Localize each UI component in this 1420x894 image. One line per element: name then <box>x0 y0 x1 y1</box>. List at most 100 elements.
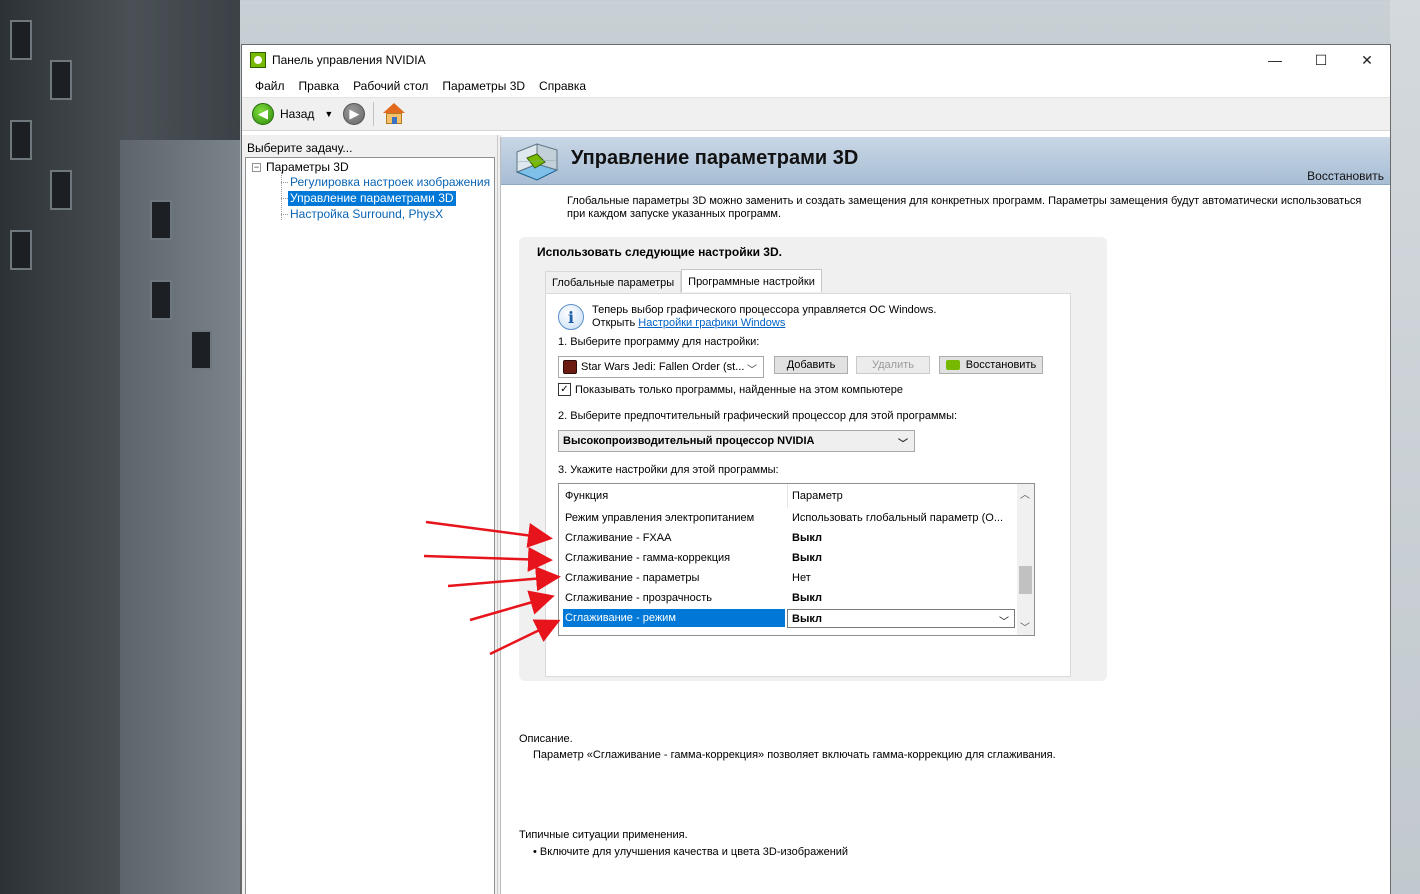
menu-help[interactable]: Справка <box>532 79 593 93</box>
column-divider <box>787 484 788 508</box>
desktop-background-building-2 <box>120 140 240 894</box>
show-found-programs-checkbox-row[interactable]: ✓ Показывать только программы, найденные… <box>558 383 903 396</box>
task-tree: − Параметры 3D Регулировка настроек изоб… <box>245 157 495 894</box>
row-feature: Сглаживание - режим <box>565 612 676 624</box>
desktop-window-shape <box>50 170 72 210</box>
grid-row[interactable]: Сглаживание - параметры Нет <box>559 568 1017 588</box>
tree-item-manage-3d[interactable]: Управление параметрами 3D <box>288 191 456 206</box>
maximize-button[interactable]: ☐ <box>1298 45 1344 75</box>
scroll-down-icon[interactable]: ﹀ <box>1020 619 1030 634</box>
back-button-label[interactable]: Назад <box>280 107 314 121</box>
menu-edit[interactable]: Правка <box>292 79 347 93</box>
program-select-value: Star Wars Jedi: Fallen Order (st... <box>581 361 745 373</box>
row-feature: Сглаживание - параметры <box>565 572 700 584</box>
desktop-background-sky <box>1390 0 1420 894</box>
toolbar: ◀ Назад ▼ ▶ <box>242 97 1390 131</box>
row-value: Выкл <box>792 592 822 604</box>
chevron-down-icon: ﹀ <box>898 439 908 450</box>
tree-connector <box>281 214 288 215</box>
info-icon: i <box>558 304 584 330</box>
chevron-down-icon: ﹀ <box>999 617 1009 628</box>
back-history-dropdown-icon[interactable]: ▼ <box>324 109 333 119</box>
checkbox-label: Показывать только программы, найденные н… <box>575 383 904 396</box>
close-button[interactable]: ✕ <box>1344 45 1390 75</box>
menu-desktop[interactable]: Рабочий стол <box>346 79 435 93</box>
tree-root-3d-settings[interactable]: − Параметры 3D <box>252 160 349 174</box>
row-value: Выкл <box>792 552 822 564</box>
row-feature: Режим управления электропитанием <box>565 512 755 524</box>
page-header: Управление параметрами 3D Восстановить <box>501 137 1390 185</box>
desktop-window-shape <box>10 20 32 60</box>
typical-uses-label: Типичные ситуации применения. <box>519 829 688 841</box>
description-label: Описание. <box>519 733 573 745</box>
tree-item-image-settings[interactable]: Регулировка настроек изображения с пр <box>288 175 494 190</box>
grid-row[interactable]: Сглаживание - прозрачность Выкл <box>559 588 1017 608</box>
info-line-2-prefix: Открыть <box>592 317 639 329</box>
grid-row[interactable]: Режим управления электропитанием Использ… <box>559 508 1017 528</box>
menu-3d-settings[interactable]: Параметры 3D <box>435 79 532 93</box>
tree-connector <box>281 182 288 183</box>
row-value-dropdown[interactable]: Выкл ﹀ <box>787 609 1015 628</box>
desktop-window-shape <box>150 200 172 240</box>
desktop-window-shape <box>10 230 32 270</box>
add-button[interactable]: Добавить <box>774 356 848 374</box>
grid-row-selected[interactable]: Сглаживание - режим Выкл ﹀ <box>559 608 1017 628</box>
tree-connector <box>281 172 282 220</box>
column-feature[interactable]: Функция <box>565 490 608 502</box>
toolbar-separator <box>373 102 375 126</box>
task-label: Выберите задачу... <box>247 141 353 155</box>
grid-row[interactable]: Сглаживание - FXAA Выкл <box>559 528 1017 548</box>
home-icon[interactable] <box>382 103 406 125</box>
row-value: Использовать глобальный параметр (О... <box>792 512 1003 524</box>
minimize-button[interactable]: — <box>1252 45 1298 75</box>
desktop-window-shape <box>10 120 32 160</box>
desktop-window-shape <box>50 60 72 100</box>
tree-item-surround-physx[interactable]: Настройка Surround, PhysX <box>288 207 445 222</box>
group-title: Использовать следующие настройки 3D. <box>537 245 782 259</box>
desktop-window-shape <box>190 330 212 370</box>
forward-arrow-icon[interactable]: ▶ <box>343 103 366 125</box>
remove-button[interactable]: Удалить <box>856 356 930 374</box>
column-value[interactable]: Параметр <box>792 490 843 502</box>
restore-program-label: Восстановить <box>965 359 1037 371</box>
info-line-1: Теперь выбор графического процессора упр… <box>592 304 937 316</box>
back-arrow-icon[interactable]: ◀ <box>252 103 274 125</box>
row-feature: Сглаживание - FXAA <box>565 532 672 544</box>
nvidia-control-panel-window: Панель управления NVIDIA — ☐ ✕ Файл Прав… <box>241 44 1391 894</box>
desktop-window-shape <box>150 280 172 320</box>
grid-row[interactable]: Сглаживание - гамма-коррекция Выкл <box>559 548 1017 568</box>
title-bar[interactable]: Панель управления NVIDIA — ☐ ✕ <box>242 45 1390 75</box>
step-2-label: 2. Выберите предпочтительный графический… <box>558 410 958 422</box>
page-description: Глобальные параметры 3D можно заменить и… <box>567 195 1362 220</box>
typical-use-text: Включите для улучшения качества и цвета … <box>539 846 849 858</box>
grid-scrollbar[interactable]: ︿ ﹀ <box>1017 484 1034 635</box>
tab-global-settings[interactable]: Глобальные параметры <box>545 271 682 293</box>
game-icon <box>563 360 577 374</box>
settings-tabs: Глобальные параметры Программные настрой… <box>545 269 822 293</box>
scroll-thumb[interactable] <box>1019 566 1032 594</box>
program-select[interactable]: Star Wars Jedi: Fallen Order (st... ﹀ <box>558 356 764 378</box>
row-value: Нет <box>792 572 811 584</box>
menu-file[interactable]: Файл <box>248 79 292 93</box>
task-panel: Выберите задачу... − Параметры 3D Регули… <box>242 135 498 894</box>
3d-settings-icon <box>515 143 559 181</box>
windows-graphics-settings-link[interactable]: Настройки графики Windows <box>638 317 785 329</box>
tree-root-label: Параметры 3D <box>266 160 349 174</box>
gpu-select[interactable]: Высокопроизводительный процессор NVIDIA … <box>558 430 915 452</box>
collapse-icon[interactable]: − <box>252 162 261 172</box>
restore-defaults-link[interactable]: Восстановить <box>1307 169 1384 183</box>
nvidia-logo-icon <box>945 360 960 370</box>
scroll-up-icon[interactable]: ︿ <box>1020 486 1030 501</box>
window-title: Панель управления NVIDIA <box>272 53 426 67</box>
tab-program-settings[interactable]: Программные настройки <box>681 269 822 292</box>
step-1-label: 1. Выберите программу для настройки: <box>558 336 760 348</box>
show-found-programs-checkbox[interactable]: ✓ <box>558 383 571 396</box>
chevron-down-icon: ﹀ <box>747 365 757 376</box>
gpu-select-value: Высокопроизводительный процессор NVIDIA <box>563 435 815 447</box>
tree-connector <box>281 198 288 199</box>
row-value: Выкл <box>792 613 822 625</box>
row-feature: Сглаживание - прозрачность <box>565 592 713 604</box>
description-text: Параметр «Сглаживание - гамма-коррекция»… <box>533 749 1056 761</box>
grid-header: Функция Параметр <box>559 486 1017 506</box>
restore-program-button[interactable]: Восстановить <box>939 356 1043 374</box>
